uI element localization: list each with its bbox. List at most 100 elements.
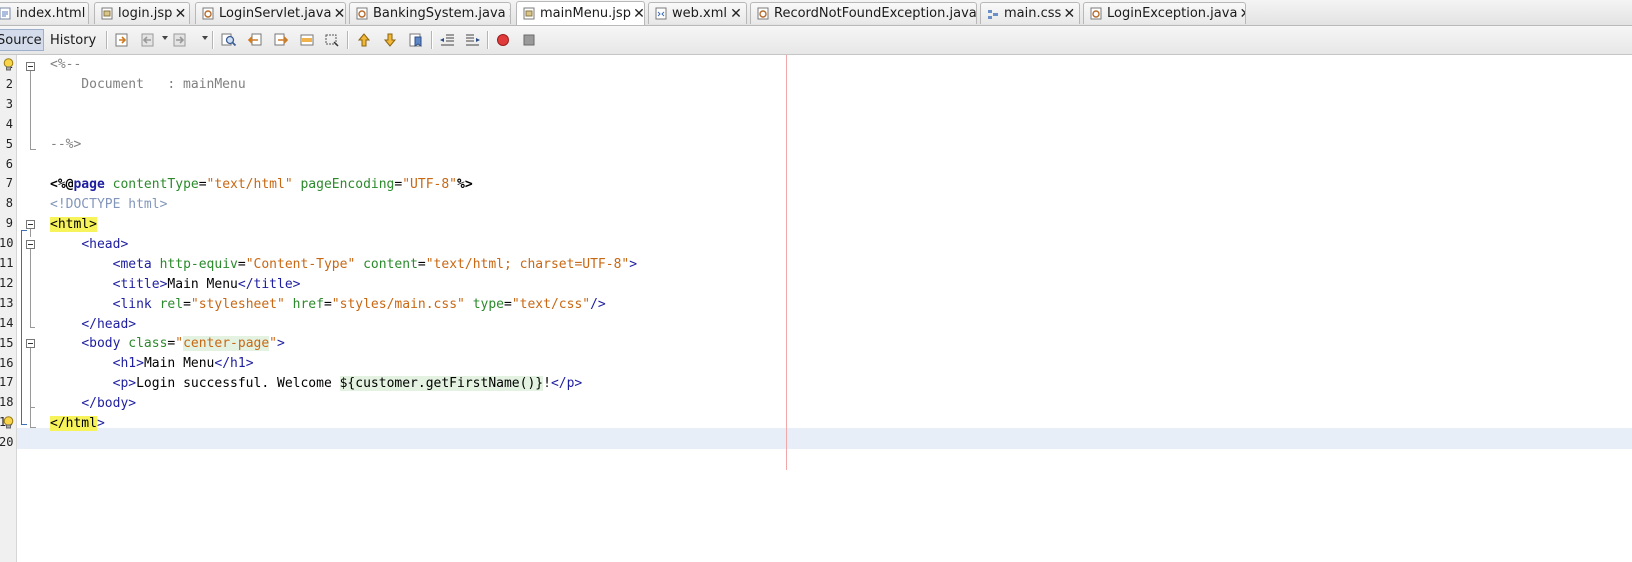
html-open-tag: <html>: [50, 217, 97, 232]
find-selection-icon[interactable]: [220, 31, 238, 49]
code-line-2[interactable]: Document : mainMenu: [50, 75, 245, 95]
attr-value: "text/css": [511, 297, 591, 312]
attr-name: href: [292, 297, 324, 312]
toolbar-separator: [347, 31, 349, 49]
last-edit-icon[interactable]: [113, 31, 131, 49]
jsp-directive-close: %>: [457, 177, 473, 192]
attr-quote: ": [269, 336, 277, 351]
tab-loginservlet-java[interactable]: LoginServlet.java ✕: [195, 2, 346, 24]
tab-history[interactable]: History: [44, 29, 100, 51]
find-previous-icon[interactable]: [246, 31, 264, 49]
code-line-16[interactable]: <h1>Main Menu</h1>: [50, 354, 254, 374]
tab-bankingsystem-java[interactable]: BankingSystem.java ✕: [349, 2, 511, 24]
tag-close: >: [277, 336, 285, 351]
previous-bookmark-icon[interactable]: [355, 31, 373, 49]
close-icon[interactable]: ✕: [1237, 6, 1245, 22]
right-margin-guide: [786, 55, 787, 470]
tab-loginexception-java[interactable]: LoginException.java ✕: [1083, 2, 1246, 24]
toggle-bookmark-icon[interactable]: [407, 31, 425, 49]
attr-equals: =: [183, 297, 191, 312]
start-macro-recording-icon[interactable]: [494, 31, 512, 49]
tab-login-jsp[interactable]: login.jsp ✕: [94, 2, 190, 24]
h1-open-tag: <h1>: [112, 356, 144, 371]
back-icon[interactable]: [139, 31, 157, 49]
code-line-8[interactable]: <!DOCTYPE html>: [50, 195, 167, 215]
attr-value: "text/html": [206, 177, 293, 192]
find-next-icon[interactable]: [272, 31, 290, 49]
tab-mainmenu-jsp[interactable]: mainMenu.jsp ✕: [516, 1, 645, 25]
code-line-13[interactable]: <link rel="stylesheet" href="styles/main…: [50, 295, 606, 315]
toolbar-separator: [212, 31, 214, 49]
shift-left-icon[interactable]: [438, 31, 456, 49]
next-bookmark-icon[interactable]: [381, 31, 399, 49]
attr-value: "styles/main.css": [331, 297, 465, 312]
code-line-10[interactable]: <head>: [50, 235, 128, 255]
fold-guide: [30, 149, 36, 150]
java-file-icon: [355, 7, 369, 21]
code-line-19[interactable]: </html>: [50, 414, 105, 434]
forward-icon[interactable]: [171, 31, 189, 49]
close-icon[interactable]: ✕: [331, 6, 345, 22]
tab-recordnotfoundexception-java[interactable]: RecordNotFoundException.java ✕: [750, 2, 977, 24]
fold-guide: [30, 348, 31, 407]
code-line-11[interactable]: <meta http-equiv="Content-Type" content=…: [50, 255, 637, 275]
toggle-highlight-icon[interactable]: [298, 31, 316, 49]
close-icon[interactable]: ✕: [728, 6, 744, 22]
css-file-icon: [986, 7, 1000, 21]
h1-close-tag: </h1>: [214, 356, 254, 371]
paragraph-text: Login successful. Welcome: [136, 376, 340, 391]
editor-tab-bar: index.html ✕ login.jsp ✕ LoginServlet.ja…: [0, 0, 1632, 26]
code-line-7[interactable]: <%@page contentType="text/html" pageEnco…: [50, 175, 473, 195]
fold-guide: [30, 427, 36, 428]
doctype-declaration: <!DOCTYPE html>: [50, 197, 168, 212]
tab-index-html[interactable]: index.html ✕: [0, 2, 89, 24]
toggle-rectangular-selection-icon[interactable]: [323, 31, 341, 49]
tab-label: web.xml: [672, 6, 727, 21]
title-open-tag: <title>: [112, 277, 168, 292]
stop-macro-recording-icon[interactable]: [520, 31, 538, 49]
title-close-tag: </title>: [237, 277, 301, 292]
lightbulb-hint-icon[interactable]: [3, 58, 14, 71]
code-line-18[interactable]: </body>: [50, 394, 136, 414]
code-line-15[interactable]: <body class="center-page">: [50, 334, 285, 354]
attr-quote: ": [175, 336, 184, 351]
jsp-comment-open: <%--: [50, 57, 82, 72]
close-icon[interactable]: ✕: [1061, 6, 1077, 22]
fold-toggle-icon[interactable]: [26, 62, 35, 71]
forward-dropdown-icon[interactable]: [202, 36, 208, 40]
tab-source[interactable]: Source: [0, 29, 44, 51]
tab-main-css[interactable]: main.css ✕: [980, 2, 1080, 24]
tab-web-xml[interactable]: web.xml ✕: [648, 2, 747, 24]
link-tag: <link: [112, 297, 152, 312]
attr-name: content: [363, 257, 418, 272]
close-icon[interactable]: ✕: [506, 6, 510, 22]
fold-toggle-icon[interactable]: [26, 339, 35, 348]
code-line-14[interactable]: </head>: [50, 315, 136, 335]
code-line-5[interactable]: --%>: [50, 135, 81, 155]
html-file-icon: [0, 7, 12, 21]
java-file-icon: [201, 7, 215, 21]
tag-close: >: [629, 257, 638, 272]
body-open-tag: <body: [81, 336, 121, 351]
attr-equals: =: [417, 257, 426, 272]
java-file-icon: [756, 7, 770, 21]
close-icon[interactable]: ✕: [631, 6, 644, 22]
fold-toggle-icon[interactable]: [26, 240, 35, 249]
fold-toggle-icon[interactable]: [26, 220, 35, 229]
back-dropdown-icon[interactable]: [162, 36, 168, 40]
close-icon[interactable]: ✕: [172, 6, 188, 22]
fold-guide: [30, 249, 31, 327]
code-line-17[interactable]: <p>Login successful. Welcome ${customer.…: [50, 374, 582, 394]
head-open-tag: <head>: [81, 237, 129, 252]
css-class-value: center-page: [183, 336, 270, 351]
code-line-9[interactable]: <html>: [50, 215, 97, 235]
code-line-12[interactable]: <title>Main Menu</title>: [50, 275, 301, 295]
tab-label: login.jsp: [118, 6, 173, 21]
attr-equals: =: [504, 297, 512, 312]
close-icon[interactable]: ✕: [85, 6, 88, 22]
code-line-1[interactable]: <%--: [50, 55, 81, 75]
shift-right-icon[interactable]: [464, 31, 482, 49]
fold-guide: [30, 229, 31, 237]
jsp-directive-name: page: [73, 177, 105, 192]
lightbulb-hint-icon[interactable]: [3, 416, 14, 429]
